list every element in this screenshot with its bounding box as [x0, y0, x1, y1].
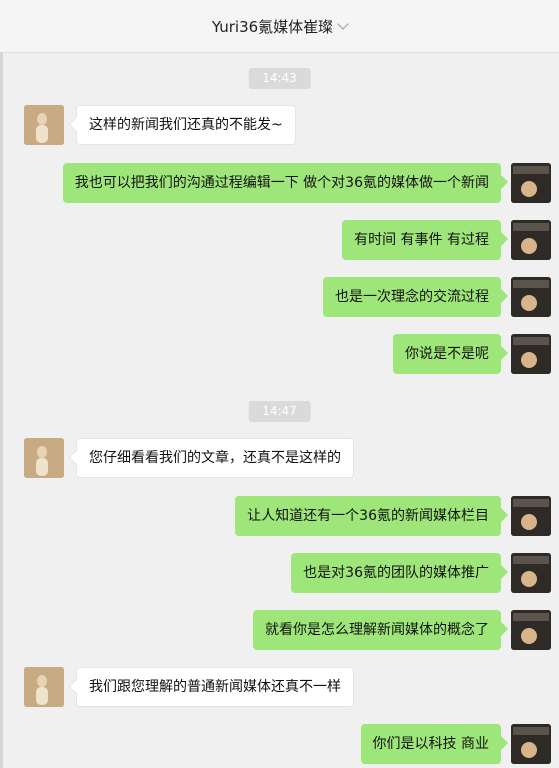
user-avatar[interactable] — [511, 553, 551, 593]
user-avatar[interactable] — [511, 163, 551, 203]
message-bubble-out[interactable]: 让人知道还有一个36氪的新闻媒体栏目 — [235, 496, 501, 536]
message-bubble-out[interactable]: 也是一次理念的交流过程 — [323, 277, 501, 317]
message-bubble-in[interactable]: 您仔细看看我们的文章，还真不是这样的 — [76, 438, 354, 478]
user-avatar[interactable] — [511, 724, 551, 764]
user-avatar[interactable] — [511, 610, 551, 650]
message-bubble-out[interactable]: 就看你是怎么理解新闻媒体的概念了 — [253, 610, 501, 650]
chat-header[interactable]: Yuri36氪媒体崔璨 — [0, 0, 559, 53]
message-bubble-out[interactable]: 你们是以科技 商业 — [360, 724, 501, 764]
user-avatar[interactable] — [511, 496, 551, 536]
chat-title: Yuri36氪媒体崔璨 — [211, 17, 334, 36]
message-bubble-out[interactable]: 也是对36氪的团队的媒体推广 — [291, 553, 501, 593]
user-avatar[interactable] — [511, 334, 551, 374]
user-avatar[interactable] — [511, 220, 551, 260]
timestamp: 14:47 — [248, 401, 311, 422]
user-avatar[interactable] — [511, 277, 551, 317]
message-bubble-in[interactable]: 这样的新闻我们还真的不能发~ — [76, 105, 296, 145]
message-bubble-in[interactable]: 我们跟您理解的普通新闻媒体还真不一样 — [76, 667, 354, 707]
message-bubble-out[interactable]: 我也可以把我们的沟通过程编辑一下 做个对36氪的媒体做一个新闻 — [62, 163, 501, 203]
contact-avatar[interactable] — [24, 667, 64, 707]
contact-avatar[interactable] — [24, 105, 64, 145]
timestamp: 14:43 — [248, 68, 311, 89]
chevron-down-icon[interactable] — [337, 17, 349, 30]
contact-avatar[interactable] — [24, 438, 64, 478]
window-divider — [0, 52, 3, 768]
message-bubble-out[interactable]: 有时间 有事件 有过程 — [342, 220, 501, 260]
message-bubble-out[interactable]: 你说是不是呢 — [393, 334, 501, 374]
